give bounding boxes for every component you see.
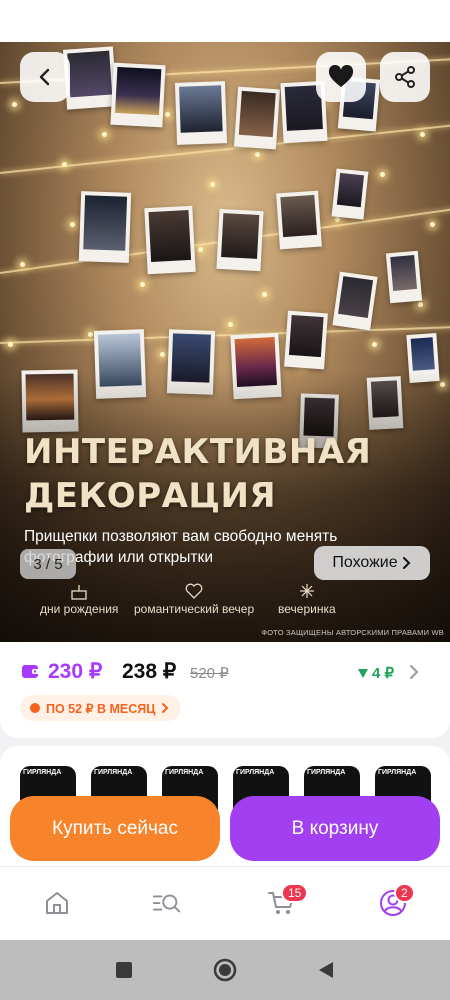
hero-headline-line2: ДЕКОРАЦИЯ [24, 476, 277, 516]
favorite-button[interactable] [316, 52, 366, 102]
variant-thumb-label: ГИРЛЯНДА [236, 769, 275, 776]
variant-thumb-label: ГИРЛЯНДА [94, 769, 133, 776]
price-drop-indicator[interactable]: 4 ₽ [358, 664, 394, 682]
feature-birthday: дни рождения [40, 582, 118, 616]
hero-headline-line1: ИНТЕРАКТИВНАЯ [24, 432, 372, 472]
variant-thumb-label: ГИРЛЯНДА [307, 769, 346, 776]
feature-romantic-label: романтический вечер [134, 602, 255, 616]
product-screen: ИНТЕРАКТИВНАЯ ДЕКОРАЦИЯ Прищепки позволя… [0, 0, 450, 1000]
old-price: 520 ₽ [190, 665, 229, 682]
home-icon [46, 892, 68, 914]
installment-badge[interactable]: ПО 52 ₽ В МЕСЯЦ [20, 695, 182, 721]
wallet-price: 230 ₽ [48, 660, 103, 683]
hero-headline: ИНТЕРАКТИВНАЯ ДЕКОРАЦИЯ [24, 430, 424, 518]
share-icon [395, 66, 415, 88]
cart-count-badge: 15 [281, 883, 309, 903]
similar-button-label: Похожие [332, 554, 398, 571]
buy-now-button[interactable]: Купить сейчас [10, 796, 220, 861]
feature-party: вечеринка [278, 582, 336, 616]
price-history-chevron-icon[interactable] [408, 663, 420, 681]
home-circle-icon [213, 958, 237, 982]
recents-button[interactable] [112, 958, 136, 982]
current-price: 238 ₽ [122, 660, 177, 683]
add-to-cart-button[interactable]: В корзину [230, 796, 440, 861]
catalog-search-icon [152, 894, 181, 913]
chevron-right-icon [162, 703, 169, 713]
copyright-notice: ФОТО ЗАЩИЩЕНЫ АВТОРСКИМИ ПРАВАМИ WB [261, 628, 444, 637]
recents-icon [116, 962, 132, 978]
triangle-down-icon [358, 668, 368, 678]
similar-button[interactable]: Похожие [314, 546, 430, 580]
back-button[interactable] [20, 52, 70, 102]
back-triangle-icon [319, 962, 333, 978]
feature-romantic: романтический вечер [134, 582, 254, 616]
system-home-button[interactable] [213, 958, 237, 982]
heart-icon [328, 65, 354, 87]
profile-notification-badge: 2 [394, 883, 415, 903]
status-bar [0, 0, 450, 42]
feature-birthday-label: дни рождения [40, 602, 119, 616]
installment-label: ПО 52 ₽ В МЕСЯЦ [46, 701, 156, 716]
share-button[interactable] [380, 52, 430, 102]
system-back-button[interactable] [314, 958, 338, 982]
chevron-left-icon [39, 68, 50, 86]
heart-outline-icon [185, 583, 203, 599]
variant-thumb-label: ГИРЛЯНДА [23, 769, 62, 776]
cake-icon [71, 585, 87, 600]
variant-thumb-label: ГИРЛЯНДА [378, 769, 417, 776]
variant-thumb-label: ГИРЛЯНДА [165, 769, 204, 776]
price-card [0, 642, 450, 738]
fireworks-icon [299, 584, 314, 598]
chevron-right-icon [402, 557, 411, 569]
image-pager-indicator: 3 / 5 [20, 549, 76, 579]
feature-party-label: вечеринка [278, 602, 336, 616]
nav-home[interactable] [42, 888, 72, 918]
price-drop-value: 4 ₽ [372, 665, 395, 682]
wallet-icon [22, 665, 40, 678]
installment-clock-icon [30, 703, 40, 713]
nav-catalog[interactable] [152, 888, 182, 918]
